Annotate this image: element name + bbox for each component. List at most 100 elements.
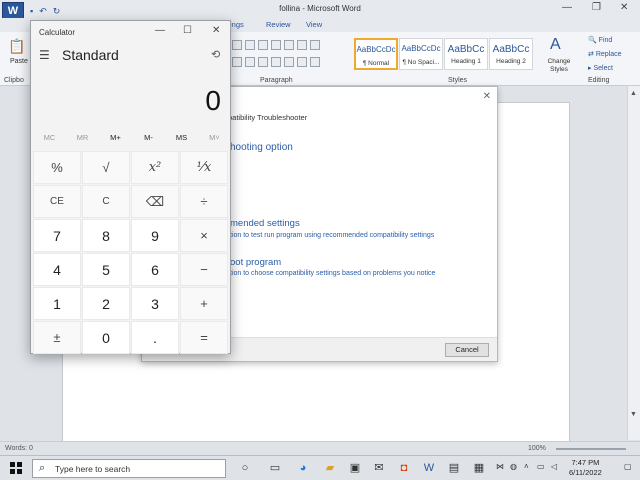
digit-3-key[interactable]: 3 xyxy=(131,287,179,320)
digit-2-key[interactable]: 2 xyxy=(82,287,130,320)
digit-6-key[interactable]: 6 xyxy=(131,253,179,286)
digit-0-key[interactable]: 0 xyxy=(82,321,130,354)
style-normal[interactable]: AaBbCcDc ¶ Normal xyxy=(354,38,398,70)
align-right-icon[interactable] xyxy=(258,57,268,67)
backspace-key[interactable]: ⌫ xyxy=(131,185,179,218)
hamburger-menu-icon[interactable]: ☰ xyxy=(39,48,50,62)
change-styles-icon[interactable]: A xyxy=(550,36,561,54)
try-recommended-settings-link[interactable]: mended settings xyxy=(230,218,300,229)
replace-button[interactable]: ⇄ Replace xyxy=(588,50,622,58)
square-key[interactable]: x² xyxy=(131,151,179,184)
memory-recall-button[interactable]: MR xyxy=(66,133,99,142)
memory-add-button[interactable]: M+ xyxy=(99,133,132,142)
digit-7-key[interactable]: 7 xyxy=(33,219,81,252)
negate-key[interactable]: ± xyxy=(33,321,81,354)
cancel-button[interactable]: Cancel xyxy=(445,343,489,357)
clear-key[interactable]: C xyxy=(82,185,130,218)
file-explorer-icon[interactable]: ▰ xyxy=(323,461,337,475)
minimize-icon[interactable]: — xyxy=(155,25,165,36)
zoom-level[interactable]: 100% xyxy=(528,445,546,452)
tab-review[interactable]: Review xyxy=(266,20,291,29)
search-placeholder: Type here to search xyxy=(55,464,131,474)
bullets-icon[interactable] xyxy=(232,40,242,50)
tray-app-icon[interactable]: ◍ xyxy=(510,462,517,471)
people-icon[interactable]: ⋈ xyxy=(496,462,504,471)
paste-icon[interactable]: 📋 xyxy=(8,38,25,55)
network-icon[interactable]: ▭ xyxy=(537,462,545,471)
percent-key[interactable]: % xyxy=(33,151,81,184)
close-icon[interactable]: ✕ xyxy=(483,91,491,102)
minimize-icon[interactable]: — xyxy=(562,2,572,13)
troubleshooter-taskbar-icon[interactable]: ▤ xyxy=(447,461,461,475)
equals-key[interactable]: = xyxy=(180,321,228,354)
notifications-icon[interactable]: ▢ xyxy=(624,462,632,471)
digit-8-key[interactable]: 8 xyxy=(82,219,130,252)
style-no-spacing[interactable]: AaBbCcDc ¶ No Spaci... xyxy=(399,38,443,70)
replace-label: Replace xyxy=(595,51,622,58)
zoom-slider[interactable] xyxy=(556,448,626,450)
find-button[interactable]: 🔍 Find xyxy=(588,36,612,44)
justify-icon[interactable] xyxy=(271,57,281,67)
show-hidden-icons-icon[interactable]: ˄ xyxy=(524,462,529,471)
taskbar-search-box[interactable]: ⌕ Type here to search xyxy=(32,459,226,478)
digit-9-key[interactable]: 9 xyxy=(131,219,179,252)
square-root-key[interactable]: √ xyxy=(82,151,130,184)
memory-list-button[interactable]: M˅ xyxy=(198,133,231,142)
decimal-key[interactable]: . xyxy=(131,321,179,354)
scroll-down-icon[interactable]: ▼ xyxy=(630,411,637,418)
decrease-indent-icon[interactable] xyxy=(271,40,281,50)
align-left-icon[interactable] xyxy=(232,57,242,67)
style-heading-1[interactable]: AaBbCc Heading 1 xyxy=(444,38,488,70)
digit-4-key[interactable]: 4 xyxy=(33,253,81,286)
office-icon[interactable]: ◘ xyxy=(397,461,411,475)
align-center-icon[interactable] xyxy=(245,57,255,67)
word-taskbar-icon[interactable]: W xyxy=(422,461,436,475)
add-key[interactable]: + xyxy=(180,287,228,320)
calculator-taskbar-icon[interactable]: ▦ xyxy=(472,461,486,475)
mail-icon[interactable]: ✉ xyxy=(372,461,386,475)
style-heading-2[interactable]: AaBbCc Heading 2 xyxy=(489,38,533,70)
restore-icon[interactable]: ❐ xyxy=(592,2,601,13)
history-icon[interactable]: ⟲ xyxy=(211,48,220,61)
word-count[interactable]: Words: 0 xyxy=(5,445,33,452)
close-icon[interactable]: ✕ xyxy=(620,2,628,13)
tab-view[interactable]: View xyxy=(306,20,322,29)
memory-clear-button[interactable]: MC xyxy=(33,133,66,142)
start-windows-icon[interactable] xyxy=(10,462,22,474)
maximize-icon[interactable]: ☐ xyxy=(183,25,192,36)
paste-button[interactable]: Paste xyxy=(10,58,28,65)
change-styles-button[interactable]: Change Styles xyxy=(542,58,576,74)
close-icon[interactable]: ✕ xyxy=(212,25,220,36)
volume-icon[interactable]: ◁ xyxy=(551,462,557,471)
vertical-scrollbar[interactable]: ▲ ▼ xyxy=(627,86,640,440)
style-name: Heading 2 xyxy=(496,58,526,65)
store-icon[interactable]: ▣ xyxy=(348,461,362,475)
shading-icon[interactable] xyxy=(297,57,307,67)
troubleshoot-program-link[interactable]: oot program xyxy=(230,257,281,268)
tab-mailings[interactable]: ings xyxy=(230,20,244,29)
subtract-key[interactable]: − xyxy=(180,253,228,286)
increase-indent-icon[interactable] xyxy=(284,40,294,50)
numbering-icon[interactable] xyxy=(245,40,255,50)
multilevel-icon[interactable] xyxy=(258,40,268,50)
memory-subtract-button[interactable]: M- xyxy=(132,133,165,142)
clear-entry-key[interactable]: CE xyxy=(33,185,81,218)
task-view-icon[interactable]: ○ xyxy=(238,461,252,475)
line-spacing-icon[interactable] xyxy=(284,57,294,67)
memory-store-button[interactable]: MS xyxy=(165,133,198,142)
multiply-key[interactable]: × xyxy=(180,219,228,252)
digit-1-key[interactable]: 1 xyxy=(33,287,81,320)
divide-key[interactable]: ÷ xyxy=(180,185,228,218)
select-button[interactable]: ▸ Select xyxy=(588,64,613,72)
edge-browser-icon[interactable]: ◕ xyxy=(296,461,310,475)
borders-icon[interactable] xyxy=(310,57,320,67)
pilcrow-icon[interactable] xyxy=(310,40,320,50)
sort-icon[interactable] xyxy=(297,40,307,50)
digit-5-key[interactable]: 5 xyxy=(82,253,130,286)
scroll-up-icon[interactable]: ▲ xyxy=(630,90,637,97)
paragraph-row-1 xyxy=(232,40,342,52)
reciprocal-key[interactable]: ¹⁄x xyxy=(180,151,228,184)
taskbar-clock[interactable]: 7:47 PM 6/11/2022 xyxy=(569,458,602,478)
task-manager-icon[interactable]: ▭ xyxy=(268,461,282,475)
calculator-mode: Standard xyxy=(62,47,119,63)
